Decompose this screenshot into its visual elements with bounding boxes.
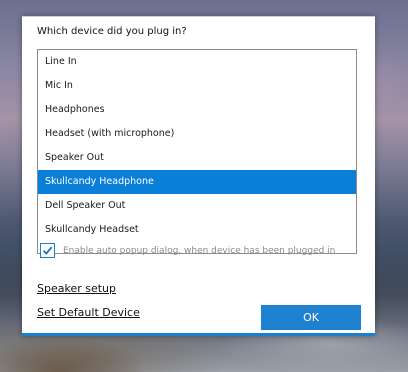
device-selection-dialog: Which device did you plug in? Line In Mi… bbox=[22, 16, 375, 336]
speaker-setup-link[interactable]: Speaker setup bbox=[37, 282, 116, 295]
device-listbox[interactable]: Line In Mic In Headphones Headset (with … bbox=[37, 49, 357, 254]
device-item-skullcandy-headset[interactable]: Skullcandy Headset bbox=[38, 218, 356, 242]
wallpaper-rock bbox=[0, 330, 140, 372]
device-item-line-in[interactable]: Line In bbox=[38, 50, 356, 74]
device-item-headset[interactable]: Headset (with microphone) bbox=[38, 122, 356, 146]
device-item-dell-speaker-out[interactable]: Dell Speaker Out bbox=[38, 194, 356, 218]
auto-popup-label: Enable auto popup dialog, when device ha… bbox=[63, 245, 336, 256]
device-item-speaker-out[interactable]: Speaker Out bbox=[38, 146, 356, 170]
dialog-accent-bar bbox=[22, 333, 375, 336]
set-default-device-link[interactable]: Set Default Device bbox=[37, 306, 140, 319]
checkmark-icon bbox=[42, 246, 53, 255]
device-item-mic-in[interactable]: Mic In bbox=[38, 74, 356, 98]
device-item-skullcandy-headphone[interactable]: Skullcandy Headphone bbox=[38, 170, 356, 194]
dialog-prompt: Which device did you plug in? bbox=[37, 26, 187, 37]
ok-button[interactable]: OK bbox=[261, 305, 361, 330]
auto-popup-checkbox[interactable] bbox=[40, 243, 55, 258]
device-item-headphones[interactable]: Headphones bbox=[38, 98, 356, 122]
auto-popup-row: Enable auto popup dialog, when device ha… bbox=[40, 243, 335, 258]
